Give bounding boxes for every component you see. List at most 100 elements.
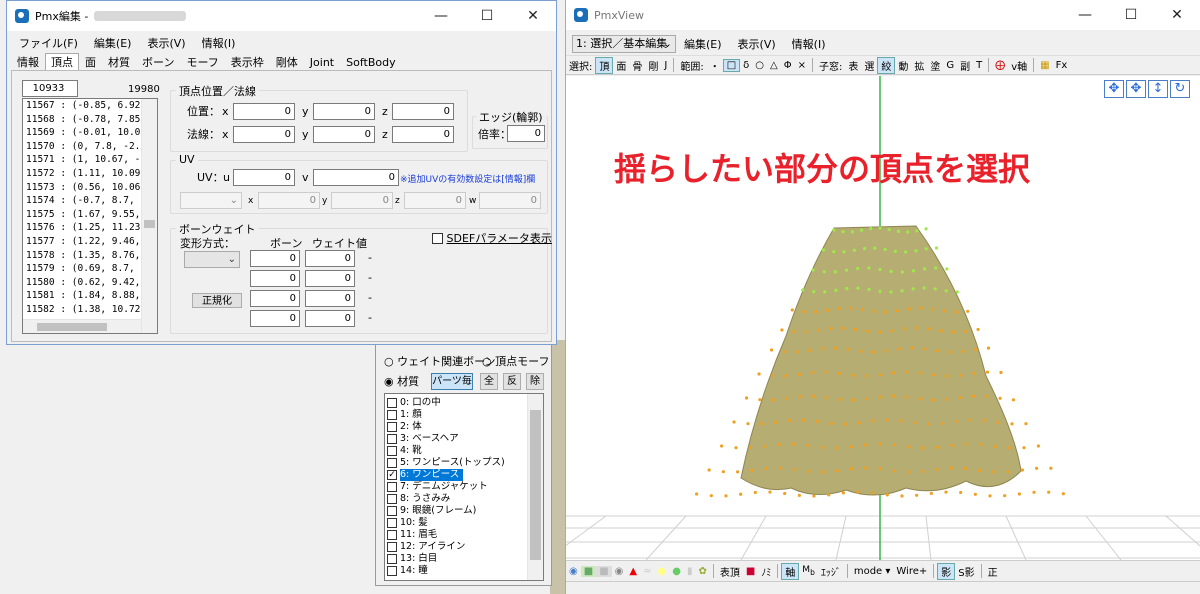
uv-u-input[interactable]: 0 <box>233 169 295 186</box>
adduv-w-input[interactable]: 0 <box>479 192 541 209</box>
vertex-list-scrollbar[interactable] <box>141 99 157 333</box>
checkbox-icon[interactable] <box>387 494 397 504</box>
vmenu-view[interactable]: 表示(V) <box>730 36 784 52</box>
vmenu-edit[interactable]: 編集(E) <box>676 36 730 52</box>
v-axis-button[interactable]: v軸 <box>1008 58 1030 73</box>
viewport-3d[interactable]: ✥ ✥ ↕ ↻ 揺らしたい部分の頂点を選択 <box>566 76 1200 560</box>
checkbox-icon[interactable] <box>387 530 397 540</box>
tool-joint[interactable]: J <box>661 60 670 71</box>
tab-joint[interactable]: Joint <box>304 53 340 71</box>
menu-info[interactable]: 情報(I) <box>194 35 244 51</box>
exclude-button[interactable]: 除 <box>526 373 544 390</box>
edge-toggle[interactable]: ｴｯｼﾞ <box>818 564 844 579</box>
tab-softbody[interactable]: SoftBody <box>340 53 401 71</box>
tab-rigid[interactable]: 剛体 <box>270 53 304 71</box>
subwin-sub[interactable]: 副 <box>957 58 973 73</box>
position-z-input[interactable]: 0 <box>392 103 454 120</box>
sdef-checkbox[interactable]: SDEFパラメータ表示 <box>432 232 552 246</box>
bone-input-3[interactable]: 0 <box>250 290 300 307</box>
checkbox-icon[interactable] <box>387 446 397 456</box>
tab-vertex[interactable]: 頂点 <box>45 53 79 71</box>
vertex-list-item[interactable]: 11579 : (0.69, 8.7, -2.15) <box>23 262 157 276</box>
checkbox-icon[interactable] <box>387 422 397 432</box>
vmenu-info[interactable]: 情報(I) <box>784 36 834 52</box>
bone-icon[interactable]: ● <box>654 566 669 577</box>
subwin-table[interactable]: 表 <box>845 58 861 73</box>
minimize-button[interactable]: — <box>418 1 464 31</box>
material-list-item[interactable]: 14: 瞳 <box>385 565 543 577</box>
material-list-item[interactable]: 2: 体 <box>385 421 543 433</box>
scroll-thumb[interactable] <box>530 410 541 560</box>
range-x[interactable]: × <box>795 60 809 71</box>
vertex-list-hscrollbar[interactable] <box>23 319 141 333</box>
menu-view[interactable]: 表示(V) <box>139 35 193 51</box>
vertex-list-item[interactable]: 11571 : (1, 10.67, -1.54) <box>23 153 157 167</box>
physics-icon[interactable]: ✿ <box>695 566 709 577</box>
close-button[interactable]: ✕ <box>1154 0 1200 30</box>
material-list-item[interactable]: 3: ベースヘア <box>385 433 543 445</box>
mtb-icon[interactable]: Mb <box>799 565 818 577</box>
invert-button[interactable]: 反 <box>503 373 521 390</box>
checkbox-icon[interactable] <box>387 458 397 468</box>
select-all-button[interactable]: 全 <box>480 373 498 390</box>
bone-input-4[interactable]: 0 <box>250 310 300 327</box>
vertex-view-icon[interactable]: ■ <box>580 565 597 577</box>
wire-toggle[interactable]: Wire+ <box>893 566 930 577</box>
subwin-move[interactable]: 動 <box>895 58 911 73</box>
close-button[interactable]: ✕ <box>510 1 556 31</box>
vertex-morph-radio[interactable]: ○ 頂点モーフ <box>482 355 549 369</box>
normal-y-input[interactable]: 0 <box>313 126 375 143</box>
checkbox-icon[interactable]: ✓ <box>387 470 397 480</box>
vertex-list-item[interactable]: 11574 : (-0.7, 8.7, -2.15) <box>23 194 157 208</box>
material-list-scrollbar[interactable] <box>527 394 543 580</box>
checkbox-icon[interactable] <box>387 506 397 516</box>
weight-bone-radio[interactable]: ○ ウェイト関連ボーン <box>384 355 496 369</box>
checkbox-icon[interactable] <box>387 542 397 552</box>
tab-display-frame[interactable]: 表示枠 <box>225 53 270 71</box>
material-list-item[interactable]: 10: 髪 <box>385 517 543 529</box>
color-swatch-icon[interactable]: ■ <box>743 566 758 577</box>
tool-vertex[interactable]: 頂 <box>595 56 614 74</box>
vertex-list-item[interactable]: 11568 : (-0.78, 7.85, -2.28) <box>23 113 157 127</box>
mode-select[interactable]: 1: 選択／基本編集 ⌄ <box>572 35 676 53</box>
material-list-item[interactable]: 0: 口の中 <box>385 397 543 409</box>
subwin-g[interactable]: G <box>943 60 957 71</box>
ortho-toggle[interactable]: 正 <box>985 564 1001 579</box>
subwin-t[interactable]: T <box>973 60 985 71</box>
range-circle[interactable]: ○ <box>752 60 767 71</box>
wave-icon[interactable]: ≈ <box>640 566 654 577</box>
subwin-select[interactable]: 選 <box>861 58 877 73</box>
vertex-list-item[interactable]: 11567 : (-0.85, 6.92, -2.41) <box>23 99 157 113</box>
material-list-item[interactable]: 12: アイライン <box>385 541 543 553</box>
tab-material[interactable]: 材質 <box>102 53 136 71</box>
capsule-icon[interactable]: ● <box>669 566 684 577</box>
weight-input-4[interactable]: 0 <box>305 310 355 327</box>
material-list[interactable]: 0: 口の中 1: 顔 2: 体 3: ベースヘア 4: 靴 5: ワンピース(トップス)… <box>384 393 544 581</box>
tab-bone[interactable]: ボーン <box>136 53 180 71</box>
uv-v-input[interactable]: 0 <box>313 169 399 186</box>
tool-face[interactable]: 面 <box>613 58 629 73</box>
radio-icon[interactable]: ◉ <box>566 566 581 577</box>
subwin-filter[interactable]: 絞 <box>877 56 896 74</box>
normal-x-input[interactable]: 0 <box>233 126 295 143</box>
position-x-input[interactable]: 0 <box>233 103 295 120</box>
additional-uv-select[interactable]: ⌄ <box>180 192 242 209</box>
material-list-item[interactable]: 5: ワンピース(トップス) <box>385 457 543 469</box>
adduv-x-input[interactable]: 0 <box>258 192 320 209</box>
tab-info[interactable]: 情報 <box>11 53 45 71</box>
vertex-list-item[interactable]: 11572 : (1.11, 10.09, -1.65) <box>23 167 157 181</box>
checkbox-icon[interactable] <box>387 410 397 420</box>
weight-input-1[interactable]: 0 <box>305 250 355 267</box>
checkbox-icon[interactable] <box>387 518 397 528</box>
material-list-item[interactable]: 1: 顔 <box>385 409 543 421</box>
tool-rigid[interactable]: 剛 <box>645 58 661 73</box>
checkbox-icon[interactable] <box>387 482 397 492</box>
vertex-list-item[interactable]: 11578 : (1.35, 8.76, -1.83) <box>23 249 157 263</box>
scroll-thumb[interactable] <box>37 323 107 331</box>
material-list-item[interactable]: 7: デニムジャケット <box>385 481 543 493</box>
minimize-button[interactable]: — <box>1062 0 1108 30</box>
menu-file[interactable]: ファイル(F) <box>7 35 86 51</box>
axis-icon[interactable]: ⨁ <box>992 60 1008 71</box>
vertex-list-item[interactable]: 11570 : (0, 7.8, -2.33) <box>23 140 157 154</box>
vertex-index-input[interactable]: 10933 <box>22 80 78 97</box>
